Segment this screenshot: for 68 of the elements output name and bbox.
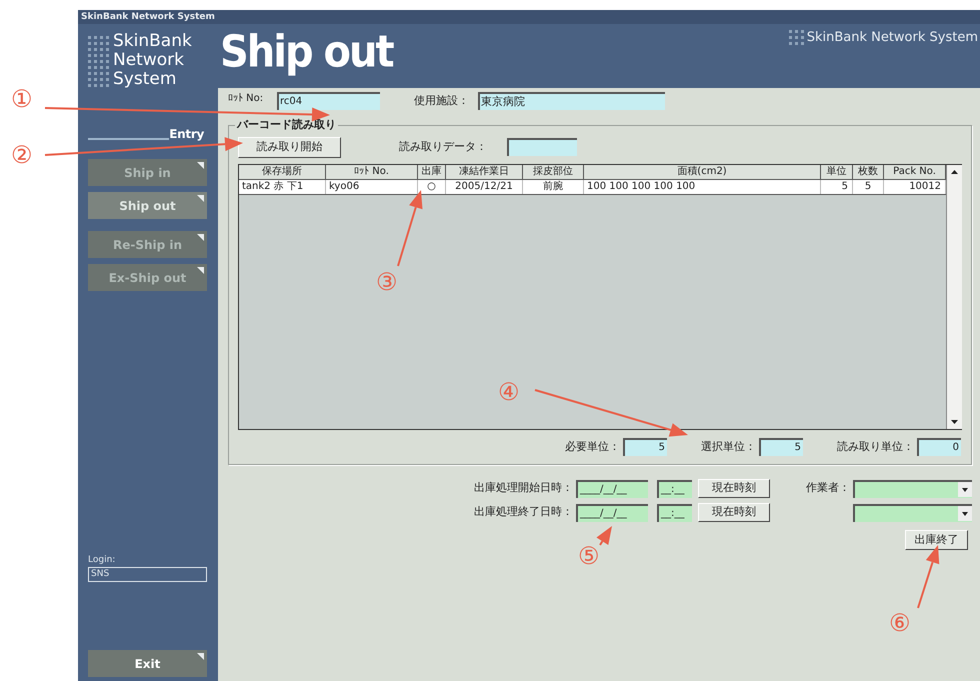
table-cell: tank2 赤 下1 xyxy=(239,180,326,194)
callout-number: ② xyxy=(11,140,33,170)
column-header[interactable]: Pack No. xyxy=(884,165,946,180)
brand-text: SkinBank Network System xyxy=(806,29,978,47)
column-header[interactable]: 保存場所 xyxy=(239,165,326,180)
dropdown-caret-icon[interactable] xyxy=(958,482,972,496)
table-cell: 5 xyxy=(853,180,884,194)
corner-triangle-icon xyxy=(197,653,204,660)
logo-text: SkinBank xyxy=(113,32,192,51)
total-field[interactable]: 5 xyxy=(623,438,667,456)
column-header[interactable]: 凍結作業日 xyxy=(446,165,523,180)
corner-triangle-icon xyxy=(197,234,204,241)
callout-number: ⑤ xyxy=(578,541,600,571)
lot-field[interactable]: rc04 xyxy=(277,92,380,110)
column-header[interactable]: 枚数 xyxy=(853,165,884,180)
facility-field[interactable]: 東京病院 xyxy=(478,92,665,110)
column-header[interactable]: 単位 xyxy=(821,165,853,180)
dropdown-caret-icon[interactable] xyxy=(958,506,972,520)
table-cell: 100 100 100 100 100 xyxy=(584,180,821,194)
logo-text: System xyxy=(113,70,178,89)
pointer-arrow xyxy=(917,545,940,608)
now-button[interactable]: 現在時刻 xyxy=(698,503,770,522)
read-start-button[interactable]: 読み取り開始 xyxy=(238,136,341,158)
callout-number: ③ xyxy=(376,267,398,297)
column-header[interactable]: 採皮部位 xyxy=(523,165,584,180)
datetime-label: 出庫処理終了日時： xyxy=(473,504,573,520)
dot-grid-icon xyxy=(788,30,804,46)
total-field[interactable]: 0 xyxy=(917,438,961,456)
column-header[interactable]: 面積(cm2) xyxy=(584,165,821,180)
column-header[interactable]: 出庫 xyxy=(418,165,446,180)
pointer-arrow xyxy=(596,526,612,546)
login-field[interactable]: SNS xyxy=(88,567,207,582)
total-label: 選択単位： xyxy=(701,438,756,455)
corner-triangle-icon xyxy=(197,195,204,202)
logo-text: Network xyxy=(113,51,185,70)
worker-dropdown[interactable] xyxy=(853,504,972,522)
time-field[interactable]: __:__ xyxy=(657,480,692,498)
page-title: Ship out xyxy=(219,26,393,79)
scrollbar[interactable] xyxy=(946,165,962,429)
ship-finish-button[interactable]: 出庫終了 xyxy=(905,530,968,550)
time-field[interactable]: __:__ xyxy=(657,504,692,522)
datetime-label: 出庫処理開始日時： xyxy=(473,480,573,496)
read-data-field[interactable] xyxy=(507,138,577,156)
table-cell: 前腕 xyxy=(523,180,584,194)
table-cell: 2005/12/21 xyxy=(446,180,523,194)
callout-number: ① xyxy=(11,84,33,114)
corner-triangle-icon xyxy=(197,162,204,169)
lot-label: ﾛｯﾄ No: xyxy=(228,92,264,106)
exit-button[interactable]: Exit xyxy=(88,650,207,677)
read-data-label: 読み取りデータ： xyxy=(399,138,488,155)
callout-number: ④ xyxy=(498,377,520,407)
login-label: Login: xyxy=(88,554,116,566)
window-title: SkinBank Network System xyxy=(78,10,980,24)
dot-grid-icon xyxy=(88,36,109,87)
worker-dropdown[interactable] xyxy=(853,480,972,498)
table-cell: 5 xyxy=(821,180,853,194)
worker-label: 作業者： xyxy=(806,481,850,494)
facility-label: 使用施設： xyxy=(414,92,470,109)
corner-triangle-icon xyxy=(197,267,204,274)
section-label: Entry xyxy=(169,126,205,143)
column-header[interactable]: ﾛｯﾄ No. xyxy=(326,165,418,180)
total-field[interactable]: 5 xyxy=(759,438,803,456)
date-field[interactable]: ____/__/__ xyxy=(576,480,648,498)
now-button[interactable]: 現在時刻 xyxy=(698,479,770,498)
callout-number: ⑥ xyxy=(889,608,911,638)
total-label: 読み取り単位： xyxy=(837,438,914,455)
total-label: 必要単位： xyxy=(565,438,620,455)
date-field[interactable]: ____/__/__ xyxy=(576,504,648,522)
